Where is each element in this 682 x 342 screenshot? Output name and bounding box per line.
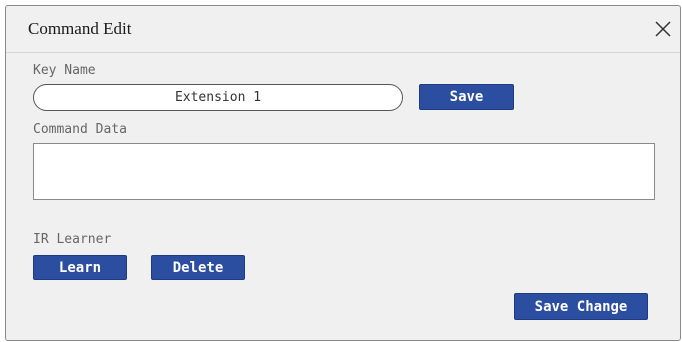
key-name-input[interactable] — [33, 84, 403, 111]
command-data-field[interactable] — [33, 143, 655, 200]
save-button[interactable]: Save — [419, 84, 514, 110]
learn-button[interactable]: Learn — [33, 255, 127, 280]
command-edit-dialog: Command Edit Key Name Save Command Data … — [5, 5, 681, 341]
command-data-label: Command Data — [33, 122, 127, 137]
dialog-titlebar: Command Edit — [6, 6, 680, 53]
key-name-label: Key Name — [33, 63, 96, 78]
ir-learner-label: IR Learner — [33, 232, 112, 247]
delete-button[interactable]: Delete — [151, 255, 245, 280]
save-change-button[interactable]: Save Change — [514, 293, 648, 320]
dialog-title: Command Edit — [28, 19, 132, 38]
close-icon[interactable] — [652, 18, 674, 40]
